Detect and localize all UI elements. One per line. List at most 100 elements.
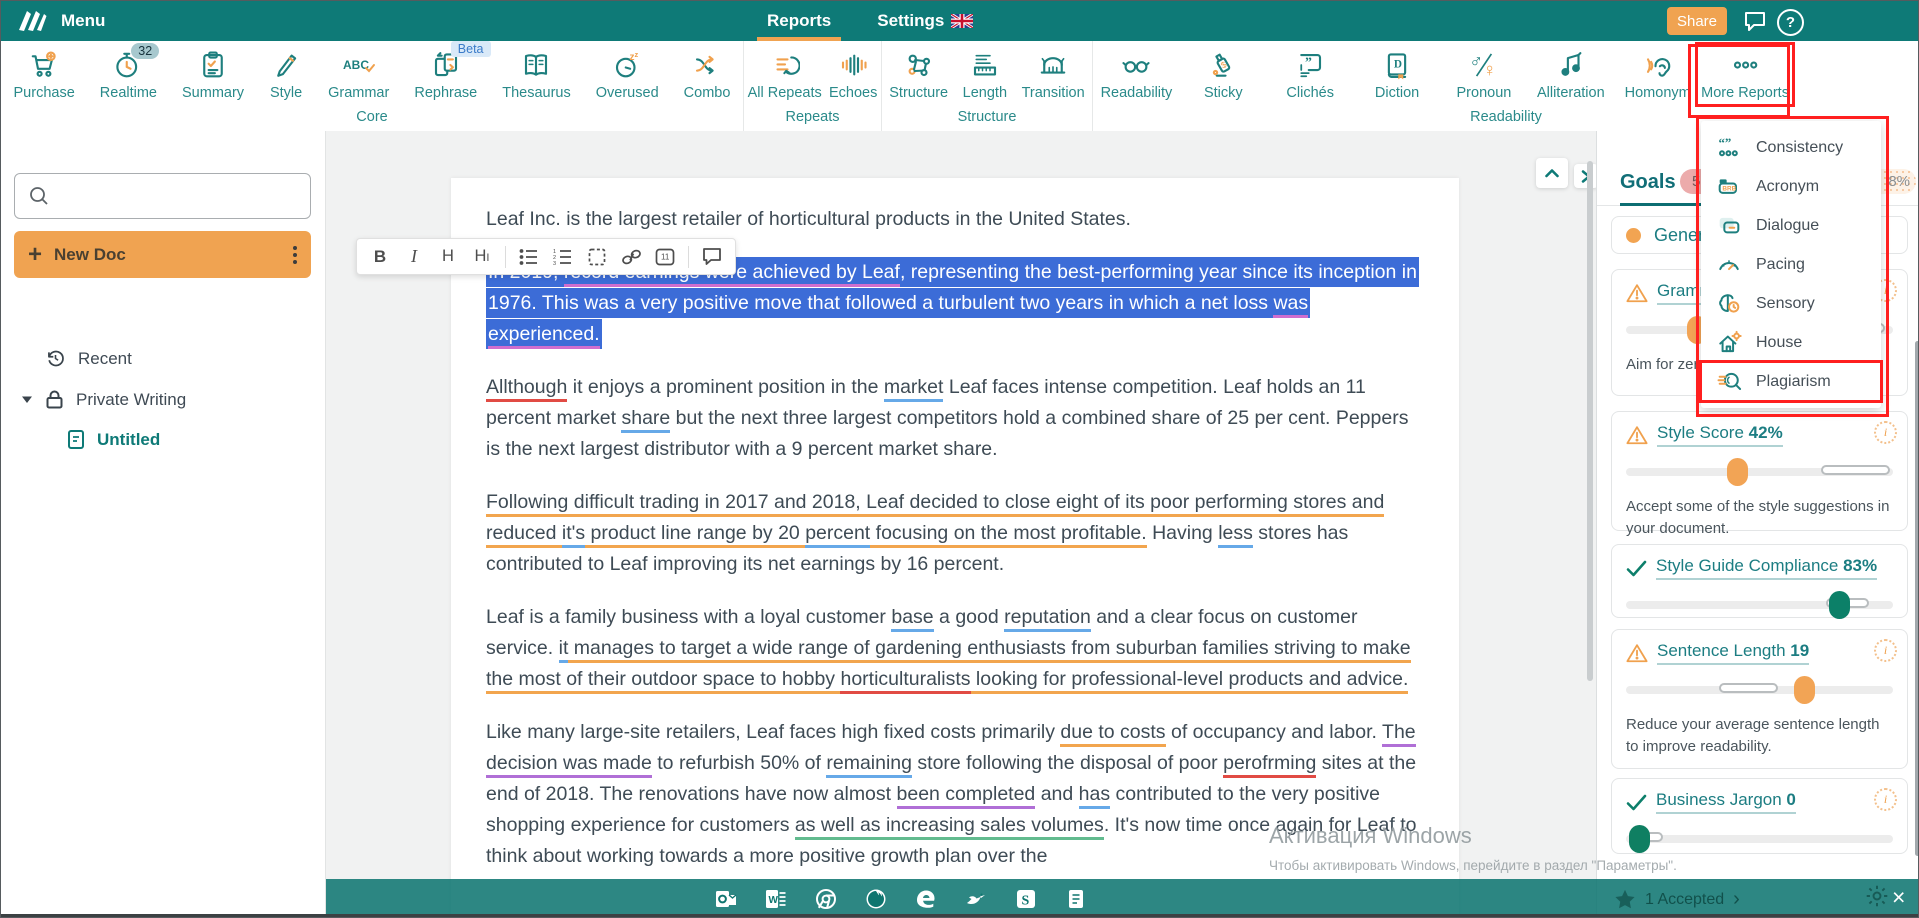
- suggestion-green[interactable]: as well as increasing sales volumes: [795, 814, 1104, 840]
- suggestion-blue[interactable]: market: [884, 376, 944, 402]
- suggestion-purple[interactable]: been completed: [897, 783, 1036, 809]
- goal-slider[interactable]: [1626, 590, 1893, 620]
- report-combo[interactable]: Combo: [684, 48, 731, 101]
- menu-item-plagiarism[interactable]: Plagiarism: [1701, 362, 1881, 401]
- notes-icon[interactable]: [1064, 887, 1088, 911]
- report-alliteration[interactable]: Alliteration: [1527, 48, 1614, 101]
- report-purchase[interactable]: Purchase: [14, 48, 75, 101]
- help-icon[interactable]: ?: [1777, 9, 1804, 36]
- report-more-reports[interactable]: More Reports: [1701, 48, 1789, 101]
- report-thesaurus[interactable]: Thesaurus: [502, 48, 571, 101]
- report-grammar[interactable]: ABC Grammar: [328, 48, 389, 101]
- suggestion-blue[interactable]: has: [1079, 783, 1110, 809]
- menu-item-dialogue[interactable]: Dialogue: [1701, 206, 1881, 245]
- bold-button[interactable]: B: [365, 243, 395, 271]
- report-clichés[interactable]: ” Clichés: [1267, 48, 1354, 101]
- suggestion-blue[interactable]: share: [621, 407, 670, 433]
- firefox-icon[interactable]: [864, 887, 888, 911]
- report-homonym[interactable]: Homonym: [1614, 48, 1701, 101]
- info-icon[interactable]: i: [1874, 639, 1897, 662]
- report-rephrase[interactable]: RephraseBeta: [414, 48, 477, 101]
- suggestion-orange[interactable]: focusing on the most profitable.: [870, 522, 1146, 548]
- suggestion-orange[interactable]: due to costs: [1060, 721, 1165, 747]
- suggestion-red[interactable]: horticulturalists: [840, 668, 970, 694]
- outlook-icon[interactable]: [714, 887, 738, 911]
- report-realtime[interactable]: Realtime32: [100, 48, 157, 101]
- report-overused[interactable]: zz Overused: [596, 48, 659, 101]
- word-icon[interactable]: W: [764, 887, 788, 911]
- tab-settings[interactable]: Settings: [871, 1, 979, 41]
- sidebar-item-recent[interactable]: Recent: [45, 348, 132, 369]
- suggestion-red[interactable]: Allthough: [486, 376, 567, 402]
- info-icon[interactable]: i: [1874, 788, 1897, 811]
- sidebar-item-untitled-doc[interactable]: Untitled: [67, 429, 160, 450]
- scrivener-icon[interactable]: S: [1014, 887, 1038, 911]
- share-button[interactable]: Share: [1667, 7, 1727, 35]
- menu-item-consistency[interactable]: “” Consistency: [1701, 128, 1881, 167]
- menu-item-pacing[interactable]: Pacing: [1701, 245, 1881, 284]
- goal-title-link[interactable]: Sentence Length 19: [1657, 641, 1809, 665]
- suggestion-blue[interactable]: reputation: [1004, 606, 1091, 632]
- link-button[interactable]: [616, 243, 646, 271]
- menu-item-acronym[interactable]: BRB Acronym: [1701, 167, 1881, 206]
- slider-handle[interactable]: [1829, 591, 1850, 619]
- kebab-menu-icon[interactable]: [293, 246, 297, 264]
- document-page[interactable]: Leaf Inc. is the largest retailer of hor…: [451, 178, 1459, 918]
- suggestion-blue[interactable]: remaining: [826, 752, 912, 778]
- goal-title-link[interactable]: Business Jargon 0: [1656, 790, 1796, 814]
- info-icon[interactable]: i: [1874, 421, 1897, 444]
- italic-button[interactable]: I: [399, 243, 429, 271]
- suggestion-blue[interactable]: percent: [805, 522, 870, 548]
- slider-handle[interactable]: [1794, 676, 1815, 704]
- suggestion-blue[interactable]: base: [891, 606, 933, 632]
- goal-title-link[interactable]: Style Score 42%: [1657, 423, 1783, 447]
- report-readability[interactable]: Readability: [1093, 48, 1180, 101]
- report-structure[interactable]: Structure: [889, 48, 948, 101]
- goal-slider[interactable]: [1626, 675, 1893, 705]
- goals-panel-scrollbar[interactable]: [1915, 341, 1919, 856]
- suggestion-blue[interactable]: less: [1218, 522, 1253, 548]
- slider-target-pill[interactable]: [1719, 683, 1778, 693]
- bullet-list-button[interactable]: [514, 243, 544, 271]
- chat-bubble-icon[interactable]: [1743, 10, 1767, 32]
- report-transition[interactable]: Transition: [1022, 48, 1085, 101]
- quote-button[interactable]: 11: [650, 243, 680, 271]
- chevron-down-icon[interactable]: [21, 395, 33, 404]
- report-all-repeats[interactable]: All Repeats: [748, 48, 822, 101]
- new-doc-button[interactable]: + New Doc: [14, 231, 311, 278]
- menu-label[interactable]: Menu: [61, 11, 105, 31]
- suggestion-blue[interactable]: it's: [562, 522, 585, 548]
- goal-slider[interactable]: [1626, 824, 1893, 854]
- app-logo-icon[interactable]: [17, 8, 47, 34]
- search-input[interactable]: [14, 173, 311, 219]
- goal-slider[interactable]: [1626, 457, 1893, 487]
- tab-reports[interactable]: Reports: [761, 1, 837, 41]
- accepted-counter[interactable]: 1 Accepted ›: [1614, 888, 1740, 911]
- menu-item-sensory[interactable]: Sensory: [1701, 284, 1881, 323]
- report-length[interactable]: Length: [963, 48, 1007, 101]
- slider-handle[interactable]: [1629, 825, 1650, 853]
- editor-scrollbar[interactable]: [1587, 161, 1593, 681]
- bird-icon[interactable]: [964, 887, 988, 911]
- close-icon[interactable]: ×: [1892, 886, 1905, 909]
- h2-button[interactable]: HI: [467, 243, 497, 271]
- chrome-icon[interactable]: [814, 887, 838, 911]
- suggestion-red[interactable]: perofrming: [1223, 752, 1316, 778]
- suggestion-blue[interactable]: it: [559, 637, 569, 663]
- suggestion-orange[interactable]: looking for professional-level products …: [971, 668, 1409, 694]
- comment-button[interactable]: [697, 243, 727, 271]
- goal-title-link[interactable]: Style Guide Compliance 83%: [1656, 556, 1877, 580]
- collapse-goals-panel-button[interactable]: [1574, 164, 1598, 188]
- report-summary[interactable]: Summary: [182, 48, 244, 101]
- tab-goals[interactable]: Goals: [1620, 171, 1676, 194]
- menu-item-house[interactable]: House: [1701, 323, 1881, 362]
- select-box-button[interactable]: [582, 243, 612, 271]
- h1-button[interactable]: H: [433, 243, 463, 271]
- settings-gear-icon[interactable]: [1864, 883, 1890, 909]
- sidebar-item-private-writing[interactable]: Private Writing: [21, 389, 186, 410]
- numbered-list-button[interactable]: 123: [548, 243, 578, 271]
- suggestion-orange[interactable]: product line range by 20: [585, 522, 805, 548]
- collapse-toolbar-button[interactable]: [1536, 158, 1568, 188]
- report-echoes[interactable]: Echoes: [829, 48, 877, 101]
- report-style[interactable]: Style: [269, 48, 303, 101]
